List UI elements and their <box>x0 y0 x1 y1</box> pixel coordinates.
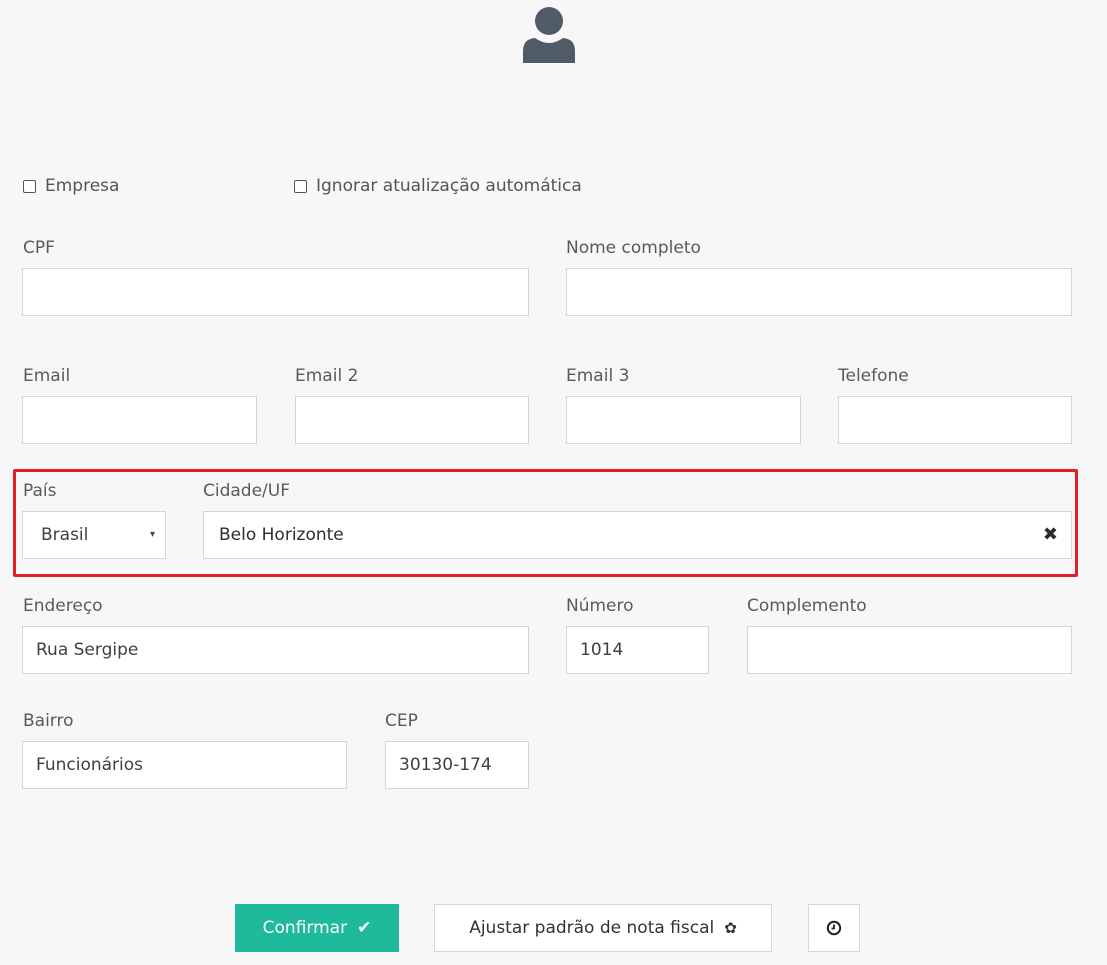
confirm-button-label: Confirmar <box>262 918 348 938</box>
pais-select[interactable]: Brasil ▾ <box>22 511 166 559</box>
adjust-fiscal-note-label: Ajustar padrão de nota fiscal <box>469 918 715 938</box>
numero-label: Número <box>566 596 634 616</box>
endereco-input[interactable]: Rua Sergipe <box>22 626 529 674</box>
chevron-down-icon: ▾ <box>149 529 155 540</box>
cep-label: CEP <box>385 711 418 731</box>
numero-input[interactable]: 1014 <box>566 626 709 674</box>
cep-input[interactable]: 30130-174 <box>385 741 529 789</box>
cidade-uf-select[interactable]: Belo Horizonte ✖ <box>203 511 1072 559</box>
cpf-label: CPF <box>23 238 55 258</box>
email3-input[interactable] <box>566 396 801 444</box>
checkbox-empresa-label: Empresa <box>45 176 120 196</box>
nome-completo-label: Nome completo <box>566 238 701 258</box>
bairro-label: Bairro <box>23 711 74 731</box>
email-label: Email <box>23 366 71 386</box>
email2-input[interactable] <box>295 396 529 444</box>
clock-icon <box>826 920 842 936</box>
complemento-input[interactable] <box>747 626 1072 674</box>
endereco-label: Endereço <box>23 596 103 616</box>
checkbox-ignorar-label: Ignorar atualização automática <box>316 176 582 196</box>
checkbox-ignorar-atualizacao[interactable]: Ignorar atualização automática <box>294 176 582 196</box>
user-icon <box>523 7 575 63</box>
confirm-button[interactable]: Confirmar ✔ <box>235 904 399 952</box>
checkbox-empresa[interactable]: Empresa <box>23 176 119 196</box>
email-input[interactable] <box>22 396 257 444</box>
pais-label: País <box>23 481 57 501</box>
check-icon: ✔ <box>357 918 372 938</box>
checkbox-box[interactable] <box>294 179 307 193</box>
cidade-uf-label: Cidade/UF <box>203 481 291 501</box>
telefone-input[interactable] <box>838 396 1072 444</box>
history-button[interactable] <box>808 904 860 952</box>
pais-select-value: Brasil <box>41 525 89 545</box>
email2-label: Email 2 <box>295 366 359 386</box>
nome-completo-input[interactable] <box>566 268 1072 316</box>
customer-form-page: Empresa Ignorar atualização automática C… <box>0 0 1107 965</box>
checkbox-box[interactable] <box>23 179 36 193</box>
cidade-uf-value: Belo Horizonte <box>219 525 344 545</box>
telefone-label: Telefone <box>838 366 909 386</box>
adjust-fiscal-note-button[interactable]: Ajustar padrão de nota fiscal ✿ <box>434 904 772 952</box>
cpf-input[interactable] <box>22 268 529 316</box>
clear-icon[interactable]: ✖ <box>1043 512 1058 558</box>
gear-icon: ✿ <box>724 919 737 937</box>
bairro-input[interactable]: Funcionários <box>22 741 347 789</box>
complemento-label: Complemento <box>747 596 867 616</box>
email3-label: Email 3 <box>566 366 630 386</box>
